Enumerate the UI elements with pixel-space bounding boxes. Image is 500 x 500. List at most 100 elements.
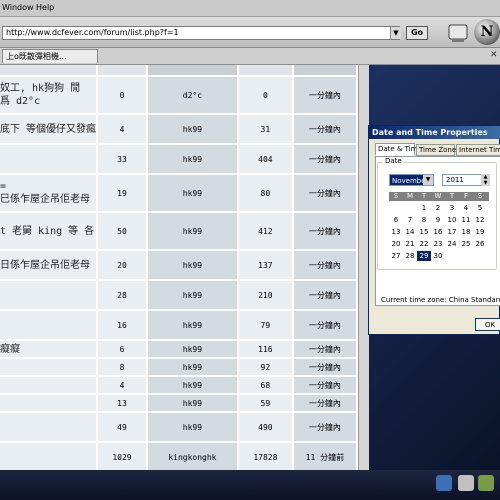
author-name[interactable]: hk99 [146,412,239,443]
thread-title[interactable] [0,358,99,377]
thread-title[interactable]: 奴工, hk狗狗 閒 爲 d2°c [0,76,99,115]
close-tab-icon[interactable]: ✕ [490,51,498,60]
thread-title[interactable] [0,376,99,395]
author-name[interactable]: hk99 [146,394,239,413]
table-row[interactable]: t 老舅 king 等 各 50 hk99 412 一分鐘內 [0,212,358,251]
last-post-time: 11 分鐘前 [292,442,358,473]
author-name[interactable]: hk99 [146,212,239,251]
table-row[interactable]: 底下 等個優仔又發瘋 4 hk99 31 一分鐘內 [0,114,358,145]
calendar-day[interactable]: 3 [445,203,459,213]
calendar-day[interactable]: 28 [403,251,417,261]
table-row[interactable]: 8 hk99 92 一分鐘內 [0,358,358,377]
thread-title[interactable]: = 巳係乍屋企吊佢老母 [0,174,99,213]
netscape-logo-icon[interactable]: N [474,19,500,45]
table-row[interactable]: 49 hk99 490 一分鐘內 [0,412,358,443]
view-count: 490 [237,412,294,443]
year-spinner-icon[interactable]: ▲ ▼ [481,174,490,186]
calendar-day[interactable]: 17 [445,227,459,237]
calendar-day[interactable]: 4 [459,203,473,213]
author-name[interactable]: hk99 [146,250,239,281]
table-row[interactable]: 33 hk99 404 一分鐘內 [0,144,358,175]
address-bar[interactable]: http://www.dcfever.com/forum/list.php?f=… [2,26,400,40]
thread-title[interactable] [0,394,99,413]
calendar-day[interactable]: 24 [445,239,459,249]
calendar-day[interactable]: 8 [417,215,431,225]
taskbar-app-icon[interactable] [478,475,494,491]
reply-count: 49 [97,412,148,443]
calendar-day[interactable]: 22 [417,239,431,249]
thread-title[interactable] [0,310,99,341]
table-row[interactable]: 16 hk99 79 一分鐘內 [0,310,358,341]
date-time-dialog: Date and Time Properties Date & Time Tim… [368,125,500,335]
thread-title[interactable]: 日係乍屋企吊佢老母 [0,250,99,281]
dialog-title: Date and Time Properties [369,126,500,139]
tab-forum[interactable]: 上o既散彈相機... [2,49,98,63]
thread-title[interactable] [0,280,99,311]
last-post-time: 一分鐘內 [292,358,358,377]
calendar-day[interactable]: 29 [417,251,431,261]
calendar-day[interactable]: 26 [473,239,487,249]
calendar-day[interactable]: 5 [473,203,487,213]
calendar-day[interactable]: 9 [431,215,445,225]
calendar-day[interactable]: 14 [403,227,417,237]
last-post-time: 一分鐘內 [292,412,358,443]
throbber-icon [448,24,468,42]
ok-button[interactable]: OK [475,318,500,331]
author-name[interactable]: hk99 [146,310,239,341]
calendar-day[interactable]: 6 [389,215,403,225]
chevron-down-icon[interactable]: ▼ [423,175,433,185]
table-row[interactable]: 13 hk99 59 一分鐘內 [0,394,358,413]
author-name[interactable]: hk99 [146,144,239,175]
thread-title[interactable]: t 老舅 king 等 各 [0,212,99,251]
calendar-day[interactable]: 25 [459,239,473,249]
taskbar-app-icon[interactable] [436,475,452,491]
author-name[interactable]: hk99 [146,174,239,213]
navigation-toolbar: http://www.dcfever.com/forum/list.php?f=… [0,17,500,48]
author-name[interactable]: d2°c [146,76,239,115]
table-row[interactable]: 28 hk99 210 一分鐘內 [0,280,358,311]
tab-internet-time[interactable]: Internet Time [456,144,500,156]
calendar-day[interactable]: 2 [431,203,445,213]
view-count: 79 [237,310,294,341]
thread-title[interactable]: 底下 等個優仔又發瘋 [0,114,99,145]
calendar-day[interactable]: 16 [431,227,445,237]
thread-title[interactable] [0,412,99,443]
calendar-day[interactable]: 19 [473,227,487,237]
author-name[interactable]: hk99 [146,376,239,395]
calendar-day[interactable]: 12 [473,215,487,225]
calendar-day[interactable]: 18 [459,227,473,237]
table-row[interactable]: 日係乍屋企吊佢老母 20 hk99 137 一分鐘內 [0,250,358,281]
tab-date-time[interactable]: Date & Time [375,143,422,156]
table-row[interactable]: 奴工, hk狗狗 閒 爲 d2°c 0 d2°c 0 一分鐘內 [0,76,358,115]
menu-window[interactable]: Window [2,3,34,12]
calendar-day[interactable]: 13 [389,227,403,237]
taskbar-app-icon[interactable] [458,475,474,491]
thread-title[interactable]: 癡癡 [0,340,99,359]
table-row[interactable]: = 巳係乍屋企吊佢老母 19 hk99 80 一分鐘內 [0,174,358,213]
calendar-day[interactable]: 15 [417,227,431,237]
thread-title[interactable] [0,442,99,473]
calendar-day[interactable]: 11 [459,215,473,225]
calendar-day[interactable]: 30 [431,251,445,261]
table-row[interactable]: 1029 kingkonghk 17828 11 分鐘前 [0,442,358,473]
calendar-day[interactable]: 23 [431,239,445,249]
calendar-day[interactable]: 27 [389,251,403,261]
table-row[interactable]: 4 hk99 68 一分鐘內 [0,376,358,395]
calendar-day[interactable]: 21 [403,239,417,249]
tab-time-zone[interactable]: Time Zone [416,144,456,156]
table-row[interactable]: 癡癡 6 hk99 116 一分鐘內 [0,340,358,359]
calendar-day[interactable]: 20 [389,239,403,249]
calendar-day[interactable]: 7 [403,215,417,225]
author-name[interactable]: hk99 [146,114,239,145]
calendar-day[interactable]: 10 [445,215,459,225]
menu-help[interactable]: Help [36,3,54,12]
go-button[interactable]: Go [406,26,428,40]
author-name[interactable]: hk99 [146,358,239,377]
author-name[interactable]: hk99 [146,280,239,311]
thread-title[interactable] [0,144,99,175]
address-dropdown-icon[interactable]: ▼ [390,27,401,39]
weekday-label: M [406,192,414,200]
author-name[interactable]: hk99 [146,340,239,359]
author-name[interactable]: kingkonghk [146,442,239,473]
calendar-day[interactable]: 1 [417,203,431,213]
